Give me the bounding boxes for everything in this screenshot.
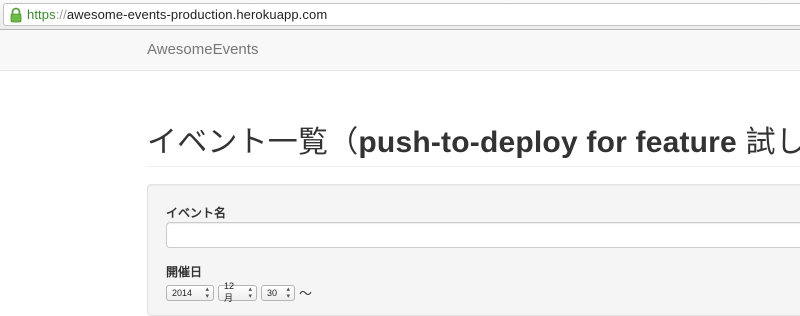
- event-name-label: イベント名: [166, 206, 227, 220]
- event-name-input[interactable]: [166, 222, 800, 248]
- month-select-value: 12月: [224, 281, 235, 303]
- page-title-prefix: イベント一覧（: [147, 126, 359, 159]
- date-selectors: 2014 ▴ ▾ 12月 ▴ ▾ 30 ▴ ▾ 〜: [166, 281, 313, 303]
- url-separator: ://: [55, 7, 67, 22]
- search-form: イベント名 開催日 2014 ▴ ▾ 12月 ▴ ▾ 30 ▴ ▾ 〜: [147, 184, 800, 316]
- url-host: awesome-events-production.herokuapp.com: [66, 7, 328, 22]
- browser-address-bar: https://awesome-events-production.heroku…: [0, 0, 800, 30]
- year-select-value: 2014: [172, 287, 193, 298]
- select-arrows-icon: ▴ ▾: [286, 285, 290, 300]
- event-date-label: 開催日: [166, 265, 203, 279]
- page-title-suffix: 試し）: [745, 126, 800, 159]
- url-scheme: https: [27, 7, 56, 22]
- brand-link[interactable]: AwesomeEvents: [147, 41, 258, 58]
- page-title-accent: push-to-deploy for feature: [358, 126, 737, 159]
- year-select[interactable]: 2014 ▴ ▾: [166, 284, 214, 301]
- url-field[interactable]: https://awesome-events-production.heroku…: [3, 3, 800, 26]
- navbar: AwesomeEvents: [0, 30, 800, 71]
- day-select-value: 30: [267, 287, 278, 298]
- select-arrows-icon: ▴ ▾: [248, 285, 252, 300]
- page-title: イベント一覧（push-to-deploy for feature 試し）: [147, 117, 800, 161]
- select-arrows-icon: ▴ ▾: [205, 285, 209, 300]
- lock-icon: [7, 6, 25, 24]
- title-divider: [147, 166, 800, 167]
- month-select[interactable]: 12月 ▴ ▾: [218, 281, 257, 303]
- range-separator: 〜: [299, 286, 313, 301]
- url-text: https://awesome-events-production.heroku…: [27, 7, 327, 22]
- day-select[interactable]: 30 ▴ ▾: [261, 284, 295, 301]
